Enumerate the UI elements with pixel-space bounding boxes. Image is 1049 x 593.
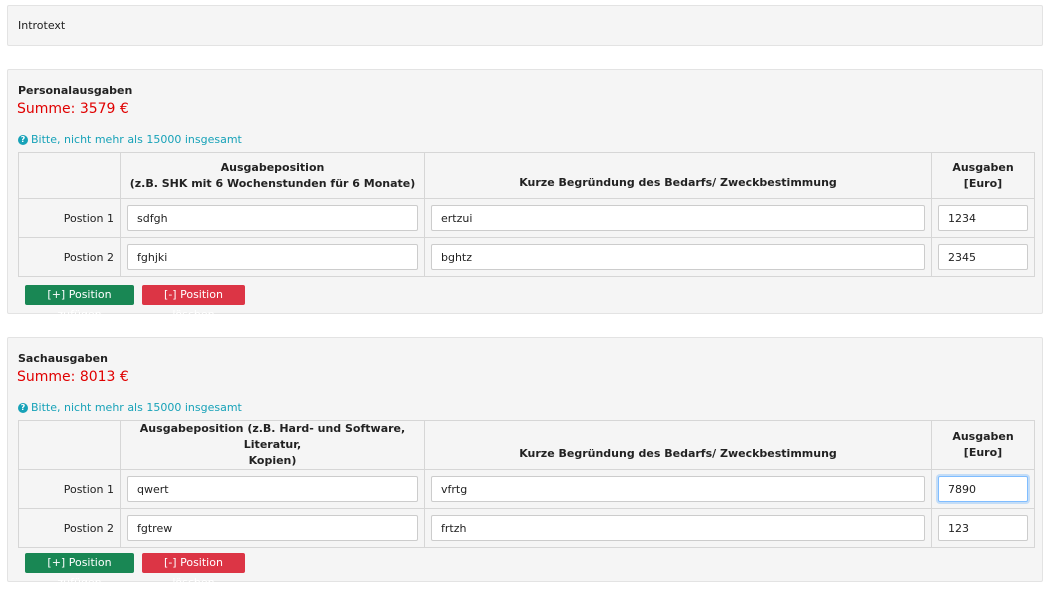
header-amount: Ausgaben [Euro]	[931, 420, 1035, 470]
header-empty	[18, 152, 121, 199]
position-input[interactable]	[127, 476, 418, 502]
header-amount: Ausgaben [Euro]	[931, 152, 1035, 199]
amount-input[interactable]	[938, 205, 1028, 231]
cell-reason	[424, 469, 932, 509]
header-amount-line2: [Euro]	[963, 446, 1003, 459]
row-label: Postion 2	[18, 508, 121, 548]
position-input[interactable]	[127, 244, 418, 270]
header-reason: Kurze Begründung des Bedarfs/ Zweckbesti…	[424, 420, 932, 470]
cell-position	[120, 237, 425, 277]
section-hint: ? Bitte, nicht mehr als 15000 insgesamt	[18, 401, 242, 414]
button-group: [+] Position zufügen [-] Position lösche…	[25, 553, 245, 589]
section-title: Sachausgaben	[18, 352, 108, 365]
add-position-button[interactable]: [+] Position zufügen	[25, 285, 134, 321]
table-row: Postion 2	[18, 508, 1035, 548]
cell-amount	[931, 198, 1035, 238]
cell-position	[120, 469, 425, 509]
section-sachausgaben: Sachausgaben Summe: 8013 € ? Bitte, nich…	[7, 337, 1043, 589]
amount-input[interactable]	[938, 515, 1028, 541]
hint-text: Bitte, nicht mehr als 15000 insgesamt	[31, 401, 242, 414]
cell-reason	[424, 198, 932, 238]
cell-reason	[424, 237, 932, 277]
delete-position-button[interactable]: [-] Position löschen	[142, 285, 245, 321]
reason-input[interactable]	[431, 205, 925, 231]
add-position-button[interactable]: [+] Position zufügen	[25, 553, 134, 589]
header-amount-line1: Ausgaben	[952, 430, 1014, 443]
position-table: Ausgabeposition (z.B. Hard- und Software…	[18, 420, 1035, 548]
position-input[interactable]	[127, 515, 418, 541]
hint-text: Bitte, nicht mehr als 15000 insgesamt	[31, 133, 242, 146]
amount-input[interactable]	[938, 244, 1028, 270]
question-circle-icon: ?	[18, 134, 28, 145]
intro-text: Introtext	[18, 19, 66, 32]
row-label: Postion 1	[18, 469, 121, 509]
table-row: Postion 1	[18, 469, 1035, 509]
cell-position	[120, 198, 425, 238]
position-input[interactable]	[127, 205, 418, 231]
reason-input[interactable]	[431, 244, 925, 270]
button-group: [+] Position zufügen [-] Position lösche…	[25, 285, 245, 321]
header-amount-line2: [Euro]	[963, 176, 1003, 190]
header-position: Ausgabeposition (z.B. SHK mit 6 Wochenst…	[120, 152, 425, 199]
header-position-line2: (z.B. SHK mit 6 Wochenstunden für 6 Mona…	[129, 176, 416, 190]
question-circle-icon: ?	[18, 402, 28, 413]
table-header-row: Ausgabeposition (z.B. Hard- und Software…	[18, 420, 1035, 470]
cell-position	[120, 508, 425, 548]
header-position-line1: Ausgabeposition	[220, 160, 325, 174]
table-row: Postion 1	[18, 198, 1035, 238]
delete-position-button[interactable]: [-] Position löschen	[142, 553, 245, 589]
section-hint: ? Bitte, nicht mehr als 15000 insgesamt	[18, 133, 242, 146]
section-sum: Summe: 3579 €	[17, 101, 129, 117]
row-label: Postion 1	[18, 198, 121, 238]
header-position-line2: Kopien)	[248, 454, 297, 467]
intro-panel: Introtext	[7, 5, 1043, 46]
header-position-line1: Ausgabeposition (z.B. Hard- und Software…	[139, 422, 406, 451]
cell-amount	[931, 469, 1035, 509]
reason-input[interactable]	[431, 476, 925, 502]
cell-amount	[931, 508, 1035, 548]
header-reason: Kurze Begründung des Bedarfs/ Zweckbesti…	[424, 152, 932, 199]
section-title: Personalausgaben	[18, 84, 133, 97]
section-sum: Summe: 8013 €	[17, 369, 129, 385]
table-header-row: Ausgabeposition (z.B. SHK mit 6 Wochenst…	[18, 152, 1035, 199]
section-personalausgaben: Personalausgaben Summe: 3579 € ? Bitte, …	[7, 69, 1043, 321]
table-row: Postion 2	[18, 237, 1035, 277]
row-label: Postion 2	[18, 237, 121, 277]
header-position: Ausgabeposition (z.B. Hard- und Software…	[120, 420, 425, 470]
amount-input[interactable]	[938, 476, 1028, 502]
cell-amount	[931, 237, 1035, 277]
reason-input[interactable]	[431, 515, 925, 541]
header-empty	[18, 420, 121, 470]
header-amount-line1: Ausgaben	[952, 160, 1014, 174]
cell-reason	[424, 508, 932, 548]
position-table: Ausgabeposition (z.B. SHK mit 6 Wochenst…	[18, 152, 1035, 277]
